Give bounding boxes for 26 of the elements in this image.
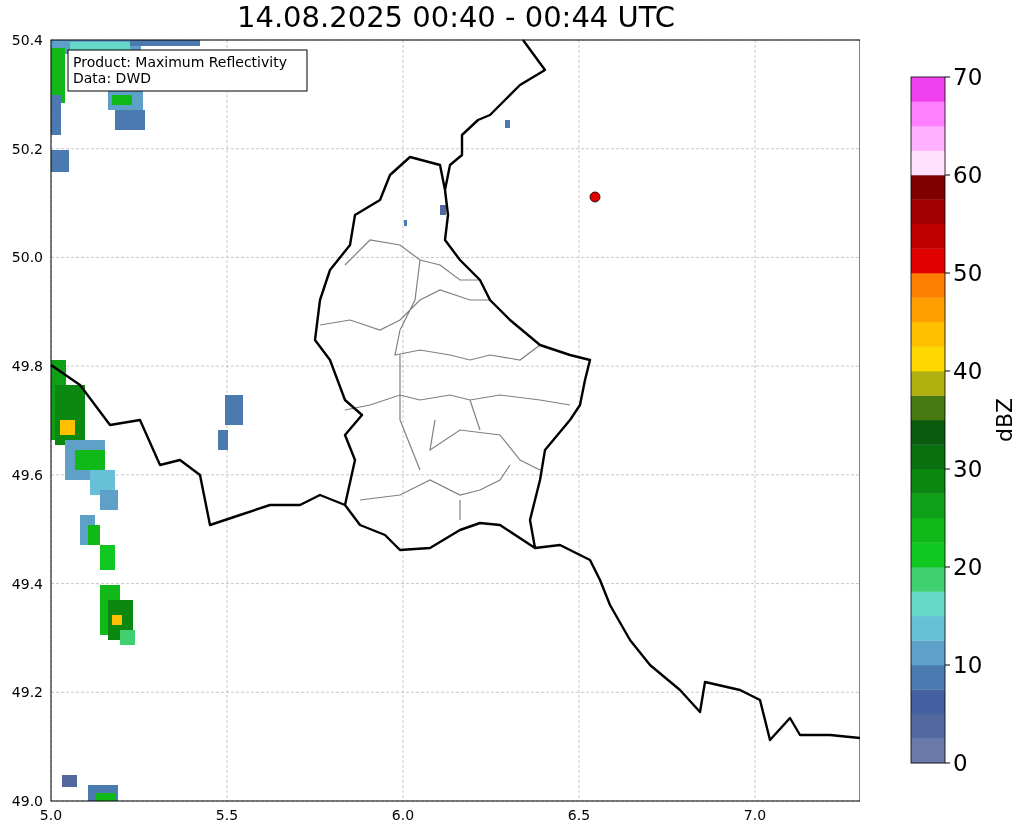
y-tick-label: 49.4	[11, 575, 43, 592]
colorbar-tick-label: 30	[953, 456, 983, 482]
x-tick-label: 6.0	[391, 807, 415, 823]
colorbar-tick-label: 0	[953, 750, 968, 776]
colorbar-tick-label: 40	[953, 358, 983, 384]
colorbar-tick-label: 10	[953, 652, 983, 678]
y-tick-label: 49.6	[11, 466, 43, 483]
legend-text: Data: DWD	[73, 70, 151, 86]
map-title: 14.08.2025 00:40 - 00:44 UTC	[236, 0, 676, 30]
y-tick-label: 49.2	[11, 684, 43, 701]
colorbar-tick-label: 20	[953, 554, 983, 580]
location-marker	[589, 191, 601, 203]
y-tick-label: 50.0	[11, 249, 43, 266]
x-tick-label: 5.0	[39, 807, 63, 823]
x-tick-label: 6.5	[567, 807, 591, 823]
y-tick-label: 49.0	[11, 793, 43, 809]
legend-text: Product: Maximum Reflectivity	[73, 54, 287, 70]
colorbar-tick-label: 50	[953, 260, 983, 286]
y-tick-label: 49.8	[11, 358, 43, 375]
x-tick-label: 7.0	[743, 807, 767, 823]
y-tick-label: 50.4	[11, 32, 43, 48]
colorbar-tick-label: 60	[953, 162, 983, 188]
colorbar-label: dBZ	[992, 397, 1017, 443]
x-tick-label: 5.5	[215, 807, 239, 823]
colorbar-tick-label: 70	[953, 64, 983, 90]
y-tick-label: 50.2	[11, 140, 43, 157]
